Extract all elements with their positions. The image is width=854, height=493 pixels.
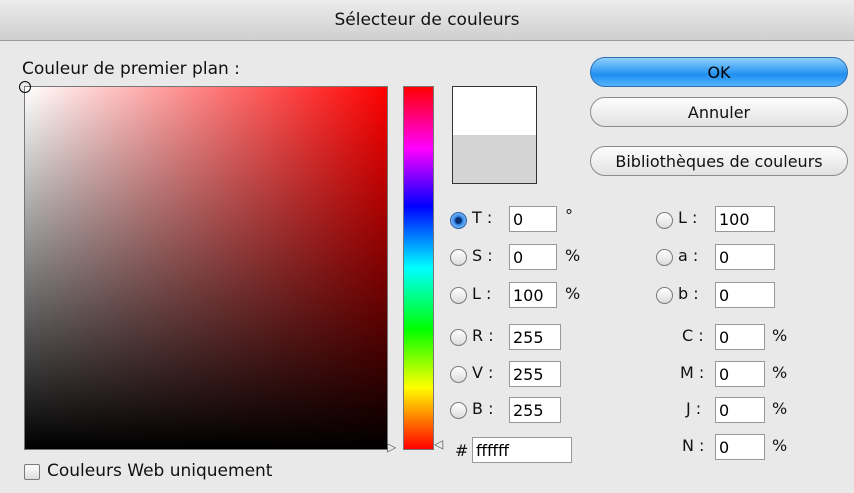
foreground-color-label: Couleur de premier plan :	[22, 59, 240, 79]
cyan-field[interactable]: 0	[715, 324, 765, 350]
black-field[interactable]: 0	[715, 434, 765, 460]
magenta-label: M :	[680, 363, 705, 382]
saturation-label: S :	[472, 246, 493, 265]
hex-label: #	[455, 441, 469, 460]
lab-a-field[interactable]: 0	[715, 244, 775, 270]
saturation-radio[interactable]	[450, 249, 467, 266]
ok-button[interactable]: OK	[590, 57, 848, 87]
window-title: Sélecteur de couleurs	[334, 10, 520, 30]
yellow-field[interactable]: 0	[715, 397, 765, 423]
blue-radio[interactable]	[450, 402, 467, 419]
lab-l-radio[interactable]	[656, 212, 673, 229]
green-radio[interactable]	[450, 366, 467, 383]
hue-radio[interactable]	[450, 212, 467, 229]
web-colors-only-checkbox[interactable]	[24, 464, 40, 480]
lab-b-radio[interactable]	[656, 287, 673, 304]
hex-field[interactable]: ffffff	[472, 437, 572, 463]
magenta-unit: %	[772, 363, 788, 382]
black-unit: %	[772, 436, 788, 455]
saturation-brightness-field[interactable]	[19, 81, 388, 450]
brightness-unit: %	[565, 284, 581, 303]
blue-label: B :	[472, 399, 494, 418]
red-radio[interactable]	[450, 329, 467, 346]
lab-l-label: L :	[678, 208, 698, 227]
brightness-label: L :	[472, 284, 492, 303]
blue-field[interactable]: 255	[509, 397, 561, 423]
hue-slider-handle-icon[interactable]: ◁	[434, 437, 443, 451]
field-slider-arrow-icon: ▷	[387, 440, 397, 454]
red-label: R :	[472, 326, 494, 345]
cancel-button[interactable]: Annuler	[590, 97, 848, 127]
color-libraries-button[interactable]: Bibliothèques de couleurs	[590, 146, 848, 176]
brightness-field[interactable]: 100	[509, 282, 557, 308]
lab-b-label: b :	[678, 284, 699, 303]
magenta-field[interactable]: 0	[715, 361, 765, 387]
new-color-swatch	[453, 87, 536, 135]
cyan-unit: %	[772, 326, 788, 345]
brightness-radio[interactable]	[450, 287, 467, 304]
web-colors-only-label: Couleurs Web uniquement	[47, 461, 273, 481]
hue-label: T :	[472, 208, 493, 227]
lab-a-label: a :	[678, 246, 699, 265]
green-field[interactable]: 255	[509, 361, 561, 387]
green-label: V :	[472, 363, 494, 382]
lab-b-field[interactable]: 0	[715, 282, 775, 308]
color-preview-swatch	[452, 86, 537, 184]
color-selection-marker[interactable]	[19, 81, 31, 93]
title-bar: Sélecteur de couleurs	[0, 0, 854, 41]
lab-a-radio[interactable]	[656, 249, 673, 266]
yellow-label: J :	[686, 399, 702, 418]
hue-field[interactable]: 0	[509, 206, 557, 232]
saturation-field[interactable]: 0	[509, 244, 557, 270]
yellow-unit: %	[772, 399, 788, 418]
lab-l-field[interactable]: 100	[715, 206, 775, 232]
black-label: N :	[682, 436, 705, 455]
saturation-unit: %	[565, 246, 581, 265]
red-field[interactable]: 255	[509, 324, 561, 350]
hue-unit: °	[565, 206, 573, 225]
current-color-swatch[interactable]	[453, 135, 536, 183]
hue-slider[interactable]	[403, 86, 434, 450]
cyan-label: C :	[682, 326, 704, 345]
